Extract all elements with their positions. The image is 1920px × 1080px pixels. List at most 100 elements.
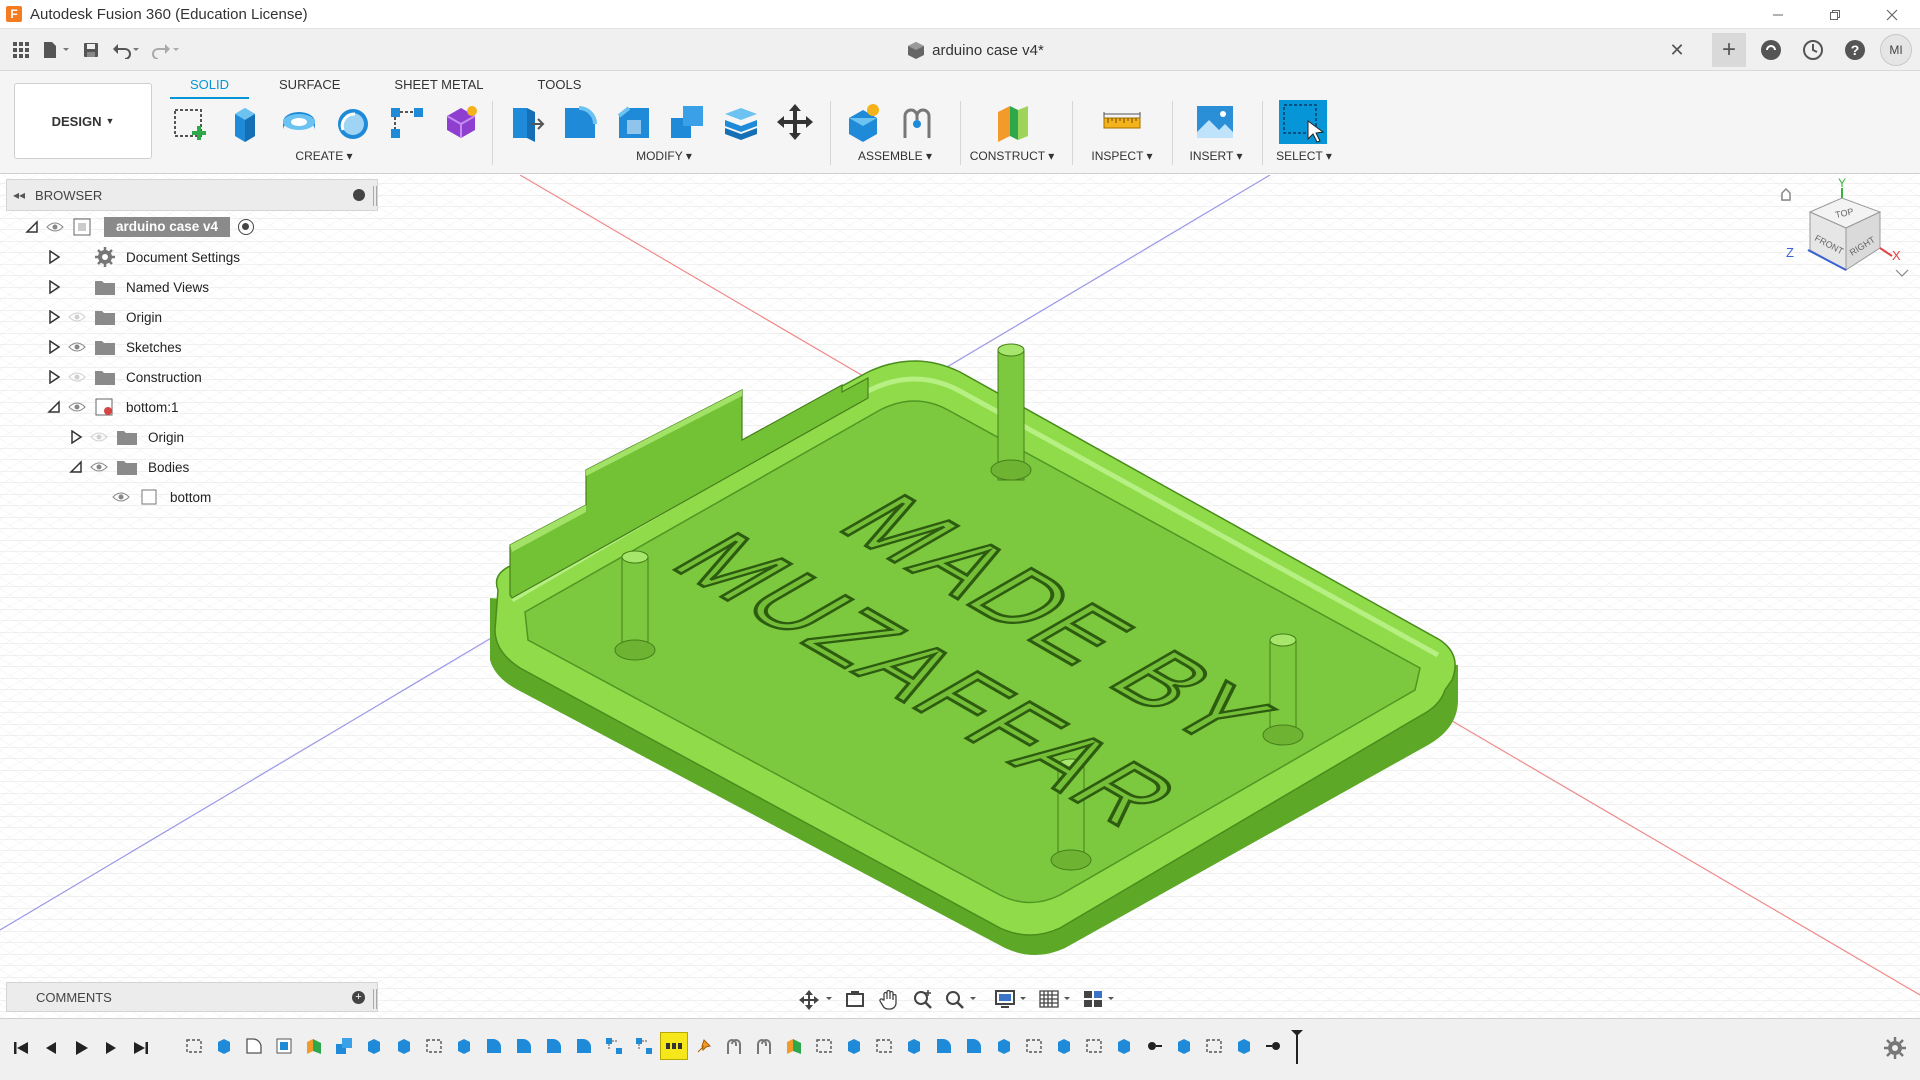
hidden-eye-icon[interactable] <box>68 370 86 384</box>
timeline-combine-feature[interactable] <box>330 1032 358 1060</box>
timeline-joint-feature[interactable] <box>720 1032 748 1060</box>
combine-button[interactable] <box>666 101 708 143</box>
collapsed-triangle-icon[interactable] <box>46 249 62 265</box>
tree-node-origin[interactable]: Origin <box>46 305 162 329</box>
timeline-sketch-feature[interactable] <box>180 1032 208 1060</box>
tree-node-root[interactable]: arduino case v4 <box>24 215 255 239</box>
timeline-extrude-feature[interactable] <box>1050 1032 1078 1060</box>
step-forward-button[interactable] <box>98 1035 124 1061</box>
construct-menu[interactable]: CONSTRUCT ▾ <box>962 149 1062 163</box>
timeline-fillet-feature[interactable] <box>510 1032 538 1060</box>
extrude-button[interactable] <box>224 101 266 143</box>
timeline-joint-feature[interactable] <box>750 1032 778 1060</box>
joint-button[interactable] <box>896 101 938 143</box>
model-scene[interactable]: MADE BY MUZAFFAR <box>0 175 1920 1018</box>
timeline-extrude-feature[interactable] <box>1170 1032 1198 1060</box>
timeline-fillet-feature[interactable] <box>930 1032 958 1060</box>
timeline-sketch-feature[interactable] <box>1080 1032 1108 1060</box>
tab-tools[interactable]: TOOLS <box>518 73 602 99</box>
timeline-extrude-feature[interactable] <box>900 1032 928 1060</box>
canvas-viewport[interactable]: MADE BY MUZAFFAR <box>0 175 1920 1018</box>
collapsed-triangle-icon[interactable] <box>46 339 62 355</box>
minimize-button[interactable] <box>1749 0 1806 29</box>
view-cube[interactable]: Y TOP FRONT RIGHT Z X <box>1772 176 1920 318</box>
timeline-sketch-feature[interactable] <box>810 1032 838 1060</box>
fillet-button[interactable] <box>558 101 600 143</box>
panel-resize-handle[interactable] <box>373 989 377 1009</box>
expanded-triangle-icon[interactable] <box>68 459 84 475</box>
orbit-button[interactable] <box>796 984 836 1014</box>
inspect-menu[interactable]: INSPECT ▾ <box>1082 149 1162 163</box>
create-form-button[interactable] <box>440 101 482 143</box>
look-at-button[interactable] <box>840 984 870 1014</box>
create-menu[interactable]: CREATE ▾ <box>166 149 482 163</box>
timeline-extrude-feature[interactable] <box>450 1032 478 1060</box>
timeline-extrude-feature[interactable] <box>1110 1032 1138 1060</box>
select-button[interactable] <box>1278 99 1328 145</box>
timeline-extrude-feature[interactable] <box>1230 1032 1258 1060</box>
timeline-fillet-feature[interactable] <box>960 1032 988 1060</box>
grid-settings-button[interactable] <box>1036 984 1076 1014</box>
visibility-eye-icon[interactable] <box>68 400 86 414</box>
user-avatar[interactable]: MI <box>1880 34 1912 66</box>
sweep-button[interactable] <box>332 101 374 143</box>
restore-button[interactable] <box>1806 0 1863 29</box>
insert-menu[interactable]: INSERT ▾ <box>1180 149 1252 163</box>
select-menu[interactable]: SELECT ▾ <box>1268 149 1340 163</box>
collapsed-triangle-icon[interactable] <box>46 279 62 295</box>
hidden-eye-icon[interactable] <box>68 310 86 324</box>
save-button[interactable] <box>76 35 106 65</box>
timeline-extrude-feature[interactable] <box>360 1032 388 1060</box>
timeline-settings-button[interactable] <box>1884 1037 1906 1059</box>
pan-button[interactable] <box>874 984 904 1014</box>
timeline-plane-feature[interactable] <box>300 1032 328 1060</box>
tree-node-bottom-component[interactable]: bottom:1 <box>46 395 179 419</box>
document-tab[interactable]: arduino case v4* ✕ <box>250 29 1700 71</box>
hidden-eye-icon[interactable] <box>90 430 108 444</box>
step-back-button[interactable] <box>38 1035 64 1061</box>
zoom-button[interactable] <box>908 984 938 1014</box>
timeline-extrude-feature[interactable] <box>990 1032 1018 1060</box>
go-to-start-button[interactable] <box>8 1035 34 1061</box>
tree-node-bodies[interactable]: Bodies <box>68 455 189 479</box>
timeline-emboss-feature[interactable] <box>1260 1032 1288 1060</box>
timeline-sketch-feature[interactable] <box>1020 1032 1048 1060</box>
timeline-fillet-feature[interactable] <box>240 1032 268 1060</box>
go-to-end-button[interactable] <box>128 1035 154 1061</box>
visibility-eye-icon[interactable] <box>112 490 130 504</box>
viewports-button[interactable] <box>1080 984 1120 1014</box>
expanded-triangle-icon[interactable] <box>24 219 40 235</box>
timeline-emboss-feature[interactable] <box>1140 1032 1168 1060</box>
tab-solid[interactable]: SOLID <box>170 73 250 99</box>
minimize-panel-icon[interactable] <box>353 189 365 201</box>
create-sketch-button[interactable] <box>170 101 212 143</box>
close-window-button[interactable] <box>1863 0 1920 29</box>
tree-node-component-origin[interactable]: Origin <box>68 425 184 449</box>
collapsed-triangle-icon[interactable] <box>46 309 62 325</box>
extensions-button[interactable] <box>1754 33 1788 67</box>
chamfer-button[interactable] <box>612 101 654 143</box>
measure-button[interactable] <box>1101 101 1143 143</box>
panel-resize-handle[interactable] <box>373 186 377 206</box>
visibility-eye-icon[interactable] <box>68 340 86 354</box>
visibility-eye-icon[interactable] <box>90 460 108 474</box>
timeline-sketch-feature[interactable] <box>420 1032 448 1060</box>
assemble-menu[interactable]: ASSEMBLE ▾ <box>838 149 952 163</box>
timeline-fillet-feature[interactable] <box>480 1032 508 1060</box>
modify-menu[interactable]: MODIFY ▾ <box>504 149 824 163</box>
revolve-button[interactable] <box>278 101 320 143</box>
expanded-triangle-icon[interactable] <box>46 399 62 415</box>
insert-canvas-button[interactable] <box>1194 101 1236 143</box>
add-comment-icon[interactable]: + <box>352 991 365 1004</box>
collapsed-triangle-icon[interactable] <box>68 429 84 445</box>
timeline-fillet-feature[interactable] <box>570 1032 598 1060</box>
shell-button[interactable] <box>720 101 762 143</box>
timeline-marker[interactable] <box>1290 1030 1304 1064</box>
timeline-fillet-feature[interactable] <box>540 1032 568 1060</box>
data-panel-button[interactable] <box>6 35 36 65</box>
job-status-button[interactable] <box>1796 33 1830 67</box>
timeline-extrude-feature[interactable] <box>840 1032 868 1060</box>
tree-node-document-settings[interactable]: Document Settings <box>46 245 240 269</box>
close-document-icon[interactable]: ✕ <box>1668 41 1686 59</box>
collapse-panel-icon[interactable]: ◂◂ <box>13 188 25 202</box>
